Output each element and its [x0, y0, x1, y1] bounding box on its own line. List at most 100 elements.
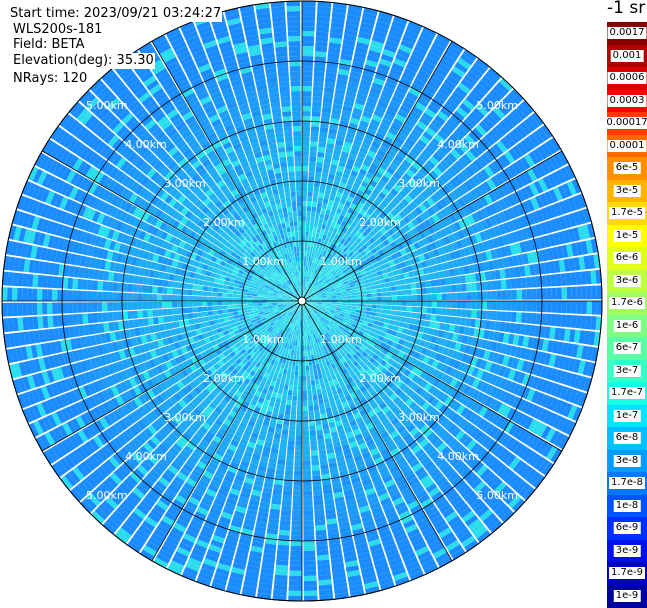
- ppi-cell: [287, 445, 294, 451]
- ppi-cell: [297, 406, 302, 411]
- ppi-cell: [303, 506, 313, 511]
- ppi-cell: [32, 303, 37, 315]
- ppi-cell: [587, 301, 592, 314]
- ppi-cell: [391, 310, 397, 315]
- ppi-cell: [290, 415, 296, 420]
- ppi-cell: [247, 307, 252, 310]
- ppi-cell: [376, 313, 382, 317]
- ppi-cell: [304, 586, 317, 591]
- ppi-cell: [392, 306, 397, 311]
- ppi-cell: [302, 326, 303, 331]
- ppi-cell: [286, 405, 292, 411]
- ppi-cell: [52, 276, 58, 288]
- ppi-cell: [272, 301, 277, 302]
- ppi-cell: [552, 301, 557, 313]
- ppi-cell: [441, 308, 447, 315]
- ppi-cell: [62, 303, 67, 314]
- ppi-cell: [467, 301, 472, 309]
- ppi-cell: [556, 314, 562, 326]
- ppi-cell: [242, 292, 247, 295]
- ppi-cell: [27, 303, 32, 316]
- ppi-cell: [277, 545, 289, 551]
- ppi-cell: [285, 470, 293, 476]
- ppi-cell: [147, 310, 153, 317]
- ppi-cell: [197, 296, 202, 301]
- ppi-cell: [401, 312, 407, 317]
- ppi-cell: [446, 309, 452, 316]
- ppi-cell: [276, 377, 281, 383]
- ppi-cell: [296, 431, 302, 436]
- ppi-cell: [293, 355, 296, 360]
- ppi-cell: [252, 306, 257, 309]
- ppi-cell: [291, 526, 302, 531]
- ppi-cell: [303, 516, 313, 521]
- ppi-cell: [397, 301, 402, 306]
- ppi-cell: [153, 317, 159, 324]
- ppi-cell: [314, 410, 320, 416]
- ppi-cell: [289, 430, 296, 435]
- ppi-cell: [37, 289, 42, 301]
- ppi-cell: [315, 379, 320, 385]
- ppi-cell: [302, 371, 306, 376]
- ppi-cell: [303, 486, 312, 491]
- ppi-cell: [122, 302, 127, 310]
- ppi-cell: [47, 276, 53, 288]
- ppi-cell: [303, 401, 308, 406]
- ppi-cell: [219, 280, 225, 285]
- ppi-cell: [491, 311, 497, 320]
- ppi-cell: [303, 436, 310, 441]
- ppi-cell: [303, 466, 311, 471]
- ppi-cell: [313, 485, 322, 491]
- ppi-cell: [296, 361, 299, 366]
- ppi-cell: [557, 301, 562, 313]
- ppi-cell: [440, 316, 446, 323]
- ppi-cell: [127, 293, 132, 301]
- ppi-cell: [367, 301, 372, 304]
- ppi-cell: [310, 430, 317, 436]
- ppi-cell: [197, 291, 202, 296]
- ppi-cell: [298, 391, 302, 396]
- ppi-cell: [67, 302, 72, 313]
- ppi-cell: [242, 301, 247, 304]
- ppi-cell: [137, 293, 142, 301]
- ppi-cell: [302, 351, 305, 356]
- ppi-cell: [198, 317, 204, 323]
- ppi-cell: [310, 440, 317, 446]
- ppi-cell: [297, 416, 303, 421]
- ppi-cell: [297, 401, 302, 406]
- ppi-cell: [304, 591, 318, 596]
- ppi-cell: [217, 297, 222, 301]
- ppi-cell: [521, 313, 527, 324]
- ppi-cell: [304, 336, 306, 341]
- ppi-cell: [506, 312, 512, 322]
- ppi-cell: [296, 426, 302, 431]
- ppi-cell: [378, 322, 384, 327]
- ppi-cell: [302, 366, 305, 371]
- ppi-cell: [294, 481, 303, 486]
- ppi-cell: [295, 371, 299, 376]
- ppi-cell: [142, 302, 147, 309]
- ppi-cell: [317, 560, 330, 566]
- ppi-cell: [312, 360, 316, 365]
- ppi-cell: [309, 365, 313, 370]
- ppi-cell: [318, 394, 323, 400]
- ppi-cell: [314, 500, 324, 506]
- ppi-cell: [431, 315, 437, 322]
- ppi-cell: [586, 316, 592, 330]
- ppi-cell: [361, 307, 366, 311]
- ppi-cell: [288, 591, 302, 596]
- ppi-cell: [286, 455, 294, 461]
- ppi-cell: [317, 389, 322, 395]
- ppi-cell: [2, 287, 7, 301]
- ppi-cell: [222, 305, 227, 309]
- ppi-cell: [82, 291, 87, 301]
- ppi-cell: [293, 486, 302, 491]
- ppi-cell: [297, 411, 302, 416]
- ppi-cell: [310, 375, 314, 380]
- ppi-cell: [280, 520, 291, 526]
- ppi-cell: [138, 319, 144, 327]
- ppi-cell: [305, 346, 308, 351]
- ppi-cell: [275, 575, 288, 581]
- ppi-cell: [224, 281, 230, 286]
- ppi-cell: [305, 356, 308, 361]
